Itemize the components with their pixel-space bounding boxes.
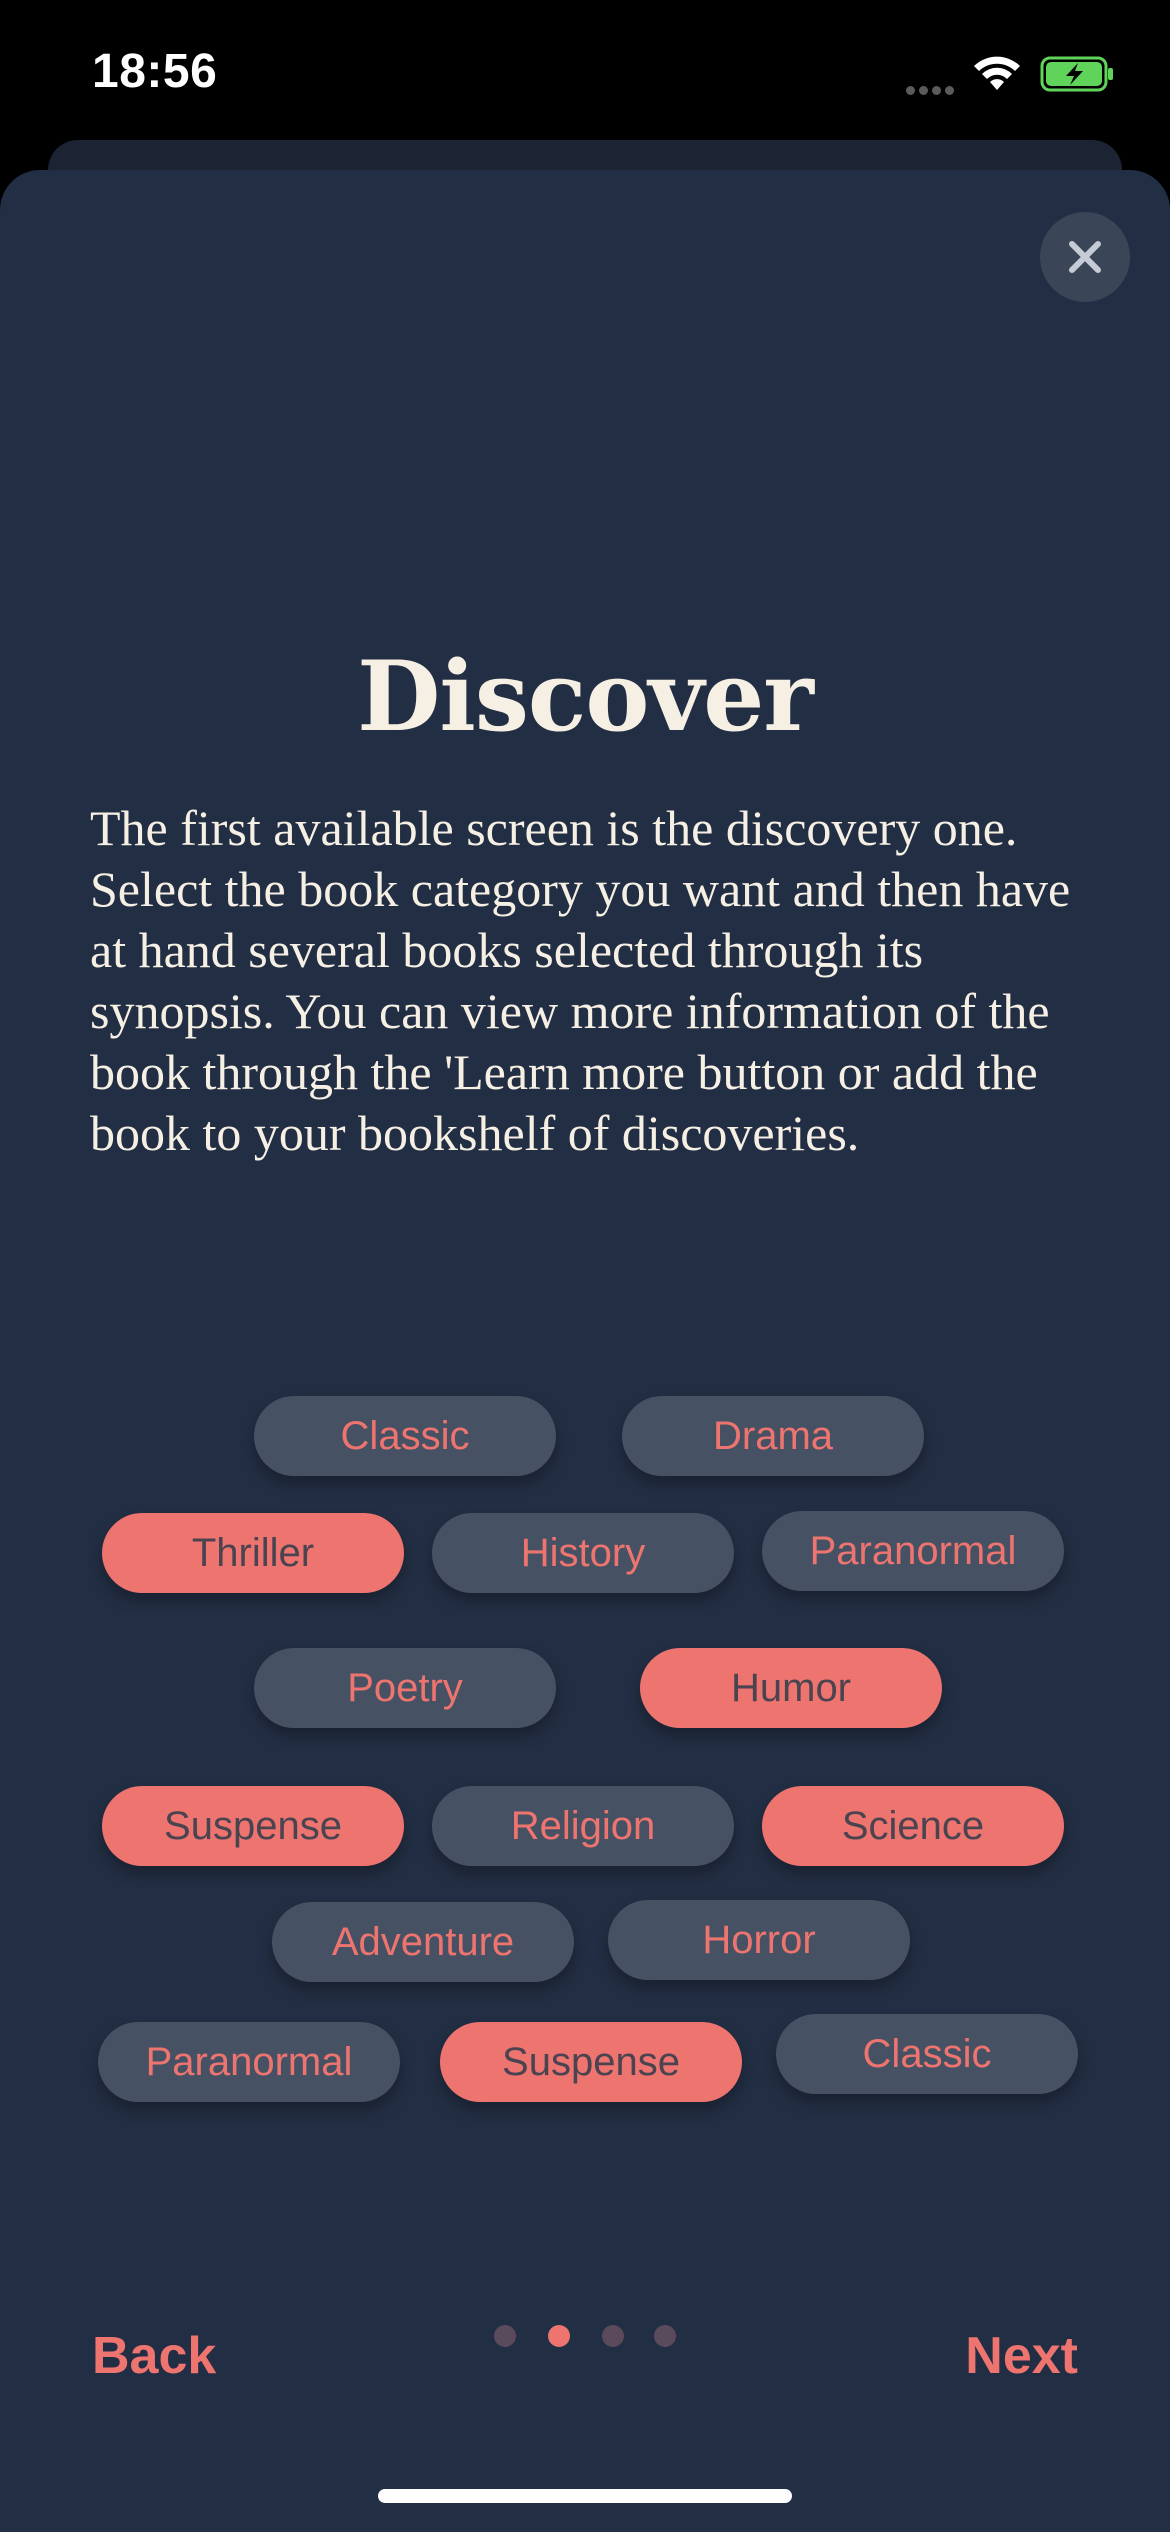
category-chip[interactable]: Paranormal xyxy=(762,1511,1064,1591)
category-chip[interactable]: Science xyxy=(762,1786,1064,1866)
category-chip[interactable]: Suspense xyxy=(102,1786,404,1866)
close-button[interactable] xyxy=(1040,212,1130,302)
back-button[interactable]: Back xyxy=(92,2326,216,2386)
category-chip[interactable]: Thriller xyxy=(102,1513,404,1593)
page-title: Discover xyxy=(357,640,814,753)
category-chip[interactable]: Suspense xyxy=(440,2022,742,2102)
battery-charging-icon xyxy=(1040,56,1113,92)
category-chip[interactable]: Classic xyxy=(254,1396,556,1476)
cellular-signal-icon xyxy=(906,82,960,95)
home-indicator[interactable] xyxy=(378,2489,792,2503)
category-chip[interactable]: Horror xyxy=(608,1900,910,1980)
category-chip[interactable]: Poetry xyxy=(254,1648,556,1728)
page-description: The first available screen is the discov… xyxy=(90,800,1071,1161)
category-chip[interactable]: History xyxy=(432,1513,734,1593)
close-icon xyxy=(1069,241,1101,273)
discover-sheet xyxy=(0,170,1170,2532)
category-chip[interactable]: Humor xyxy=(640,1648,942,1728)
category-chip[interactable]: Drama xyxy=(622,1396,924,1476)
page-dot[interactable] xyxy=(548,2325,570,2347)
category-chip[interactable]: Classic xyxy=(776,2014,1078,2094)
category-chip[interactable]: Religion xyxy=(432,1786,734,1866)
next-button[interactable]: Next xyxy=(965,2326,1078,2386)
status-bar: 18:56 xyxy=(0,0,1170,140)
page-dot[interactable] xyxy=(494,2325,516,2347)
status-time: 18:56 xyxy=(92,45,218,98)
page-dot[interactable] xyxy=(602,2325,624,2347)
wifi-icon xyxy=(974,56,1020,90)
page-indicator xyxy=(494,2325,684,2349)
page-dot[interactable] xyxy=(654,2325,676,2347)
category-chip[interactable]: Adventure xyxy=(272,1902,574,1982)
category-chip[interactable]: Paranormal xyxy=(98,2022,400,2102)
